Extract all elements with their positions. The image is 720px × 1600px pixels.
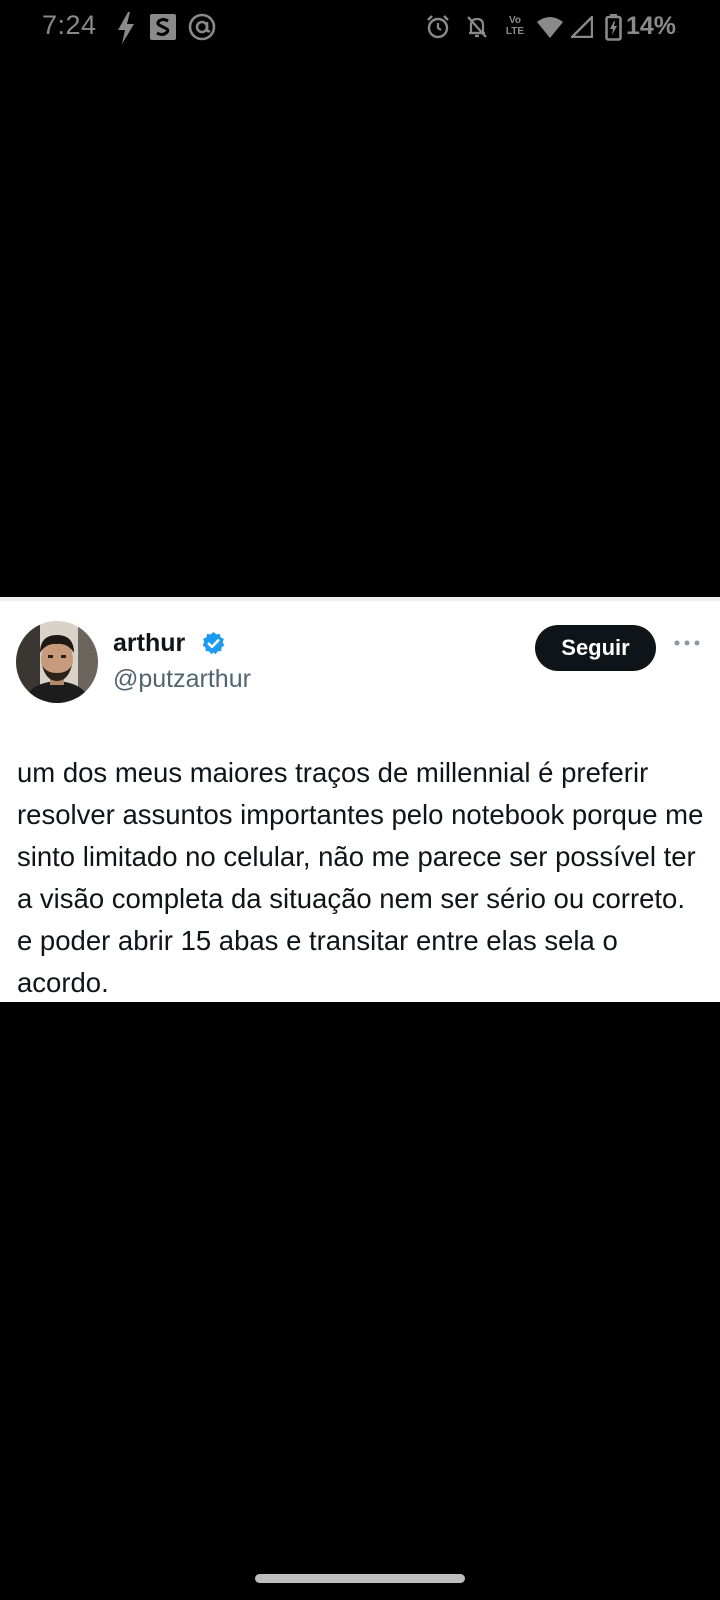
tweet-text: um dos meus maiores traços de millennial… bbox=[17, 757, 704, 998]
volte-lte-icon: Vo LTE bbox=[503, 15, 527, 37]
status-time: 7:24 bbox=[42, 10, 97, 40]
at-sign-icon bbox=[188, 13, 216, 41]
avatar[interactable] bbox=[16, 621, 98, 703]
volte-label: Vo bbox=[508, 15, 522, 26]
profile-photo bbox=[16, 621, 98, 703]
status-bar: 7:24 Vo LTE 14% bbox=[0, 0, 720, 56]
more-options-icon[interactable] bbox=[673, 638, 701, 648]
battery-percentage: 14% bbox=[626, 12, 677, 40]
display-name[interactable]: arthur bbox=[113, 629, 185, 658]
lte-label: LTE bbox=[505, 26, 525, 37]
follow-button[interactable]: Seguir bbox=[535, 625, 656, 671]
cell-signal-icon bbox=[571, 16, 593, 38]
wifi-icon bbox=[537, 17, 563, 38]
verified-badge-icon bbox=[202, 632, 225, 655]
battery-icon bbox=[605, 14, 622, 41]
mute-icon bbox=[467, 16, 487, 38]
home-indicator[interactable] bbox=[255, 1574, 465, 1583]
flash-icon bbox=[118, 12, 134, 44]
s-app-icon bbox=[150, 14, 176, 40]
user-handle[interactable]: @putzarthur bbox=[113, 665, 251, 694]
tweet-card[interactable]: arthur @putzarthur Seguir um dos meus ma… bbox=[0, 597, 720, 1002]
alarm-icon bbox=[427, 15, 449, 39]
